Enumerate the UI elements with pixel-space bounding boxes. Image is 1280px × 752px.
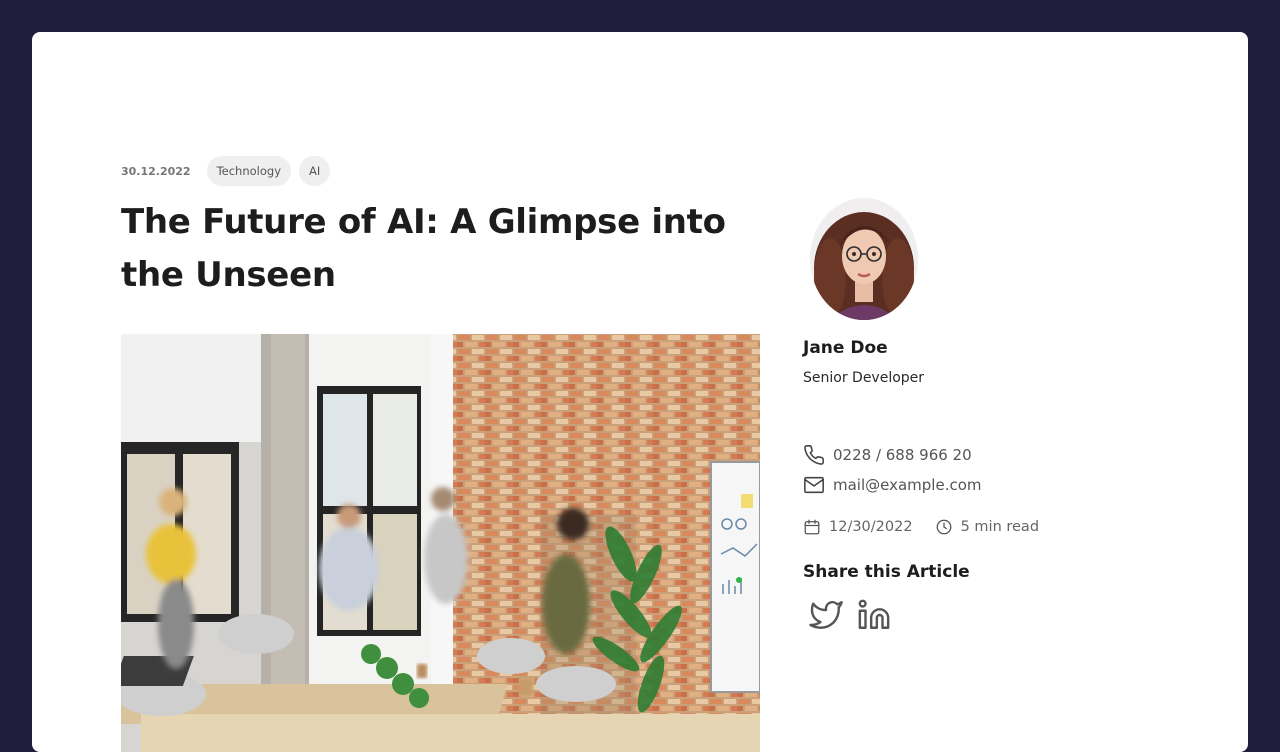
author-email[interactable]: mail@example.com [803, 474, 982, 496]
share-buttons [809, 598, 891, 632]
article-date: 30.12.2022 [121, 164, 191, 178]
author-phone[interactable]: 0228 / 688 966 20 [803, 444, 972, 466]
calendar-icon [804, 519, 820, 535]
article-title: The Future of AI: A Glimpse into the Uns… [121, 202, 726, 295]
share-twitter-button[interactable] [809, 598, 843, 632]
author-avatar [810, 198, 918, 320]
article-meta: 30.12.2022 Technology AI [121, 156, 331, 186]
share-title: Share this Article [803, 562, 970, 582]
tag-ai[interactable]: AI [299, 156, 331, 186]
phone-icon [804, 445, 824, 465]
article-info: 12/30/2022 5 min read [803, 518, 1061, 536]
tag-technology[interactable]: Technology [206, 156, 292, 186]
article-card: 30.12.2022 Technology AI The Future of A… [32, 32, 1248, 752]
publish-date-text: 12/30/2022 [829, 519, 913, 535]
publish-date: 12/30/2022 [803, 518, 913, 536]
hero-image [121, 334, 760, 752]
read-time-text: 5 min read [960, 519, 1040, 535]
author-name: Jane Doe [803, 338, 888, 358]
clock-icon [936, 519, 951, 535]
author-role: Senior Developer [803, 370, 925, 386]
phone-number: 0228 / 688 966 20 [833, 446, 972, 464]
mail-icon [804, 476, 824, 494]
linkedin-icon [858, 599, 890, 629]
twitter-icon [809, 600, 843, 629]
read-time: 5 min read [935, 518, 1039, 536]
share-linkedin-button[interactable] [857, 598, 891, 632]
email-address: mail@example.com [833, 476, 982, 494]
